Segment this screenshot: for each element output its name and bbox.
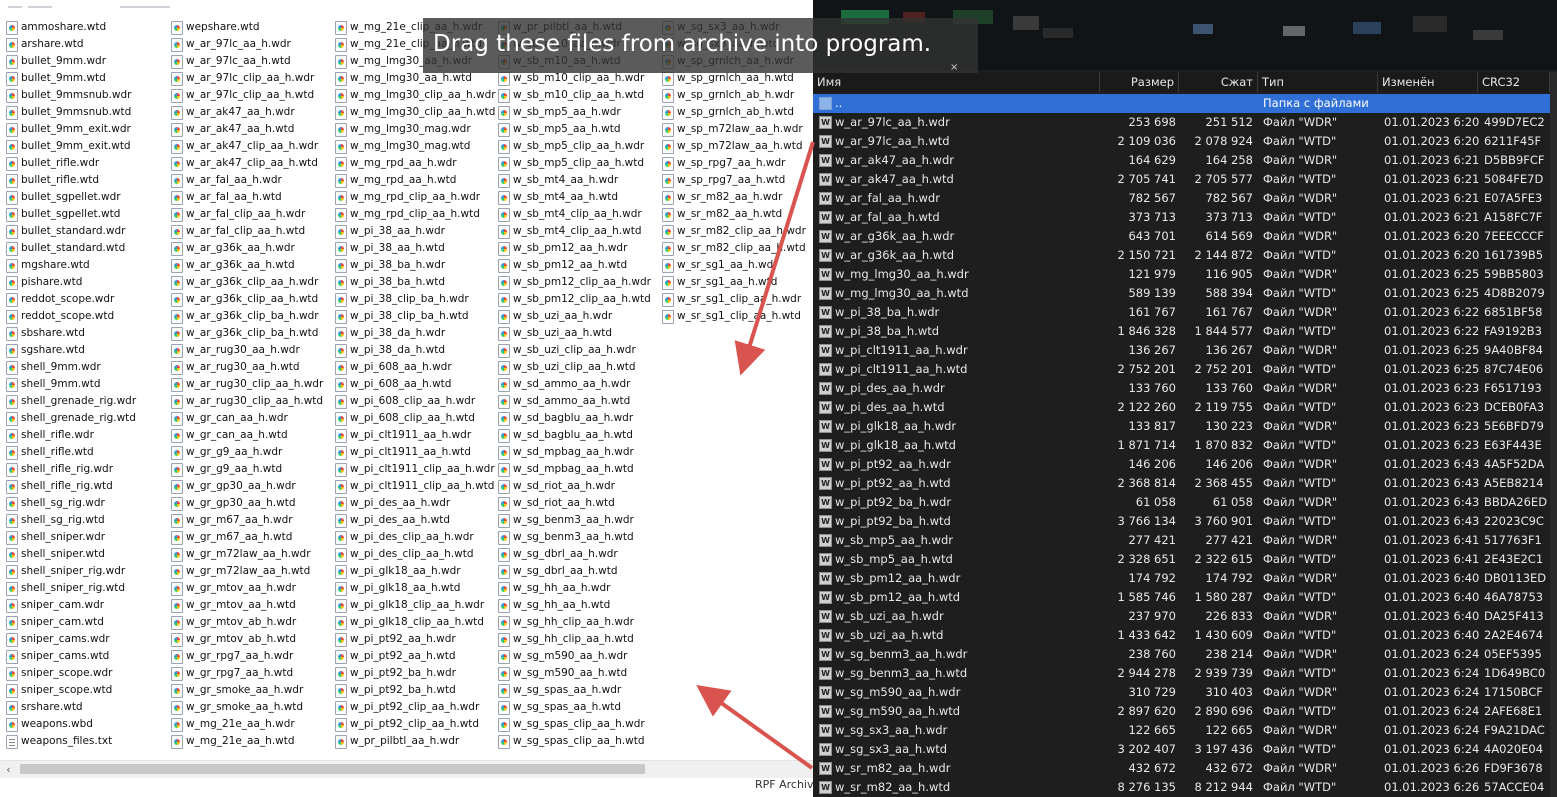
- red-arrow-icon: [696, 685, 814, 770]
- drag-arrows: [696, 141, 815, 770]
- instruction-caption: Drag these files from archive into progr…: [433, 31, 932, 57]
- close-icon[interactable]: ×: [950, 62, 958, 73]
- red-arrow-icon: [734, 141, 815, 376]
